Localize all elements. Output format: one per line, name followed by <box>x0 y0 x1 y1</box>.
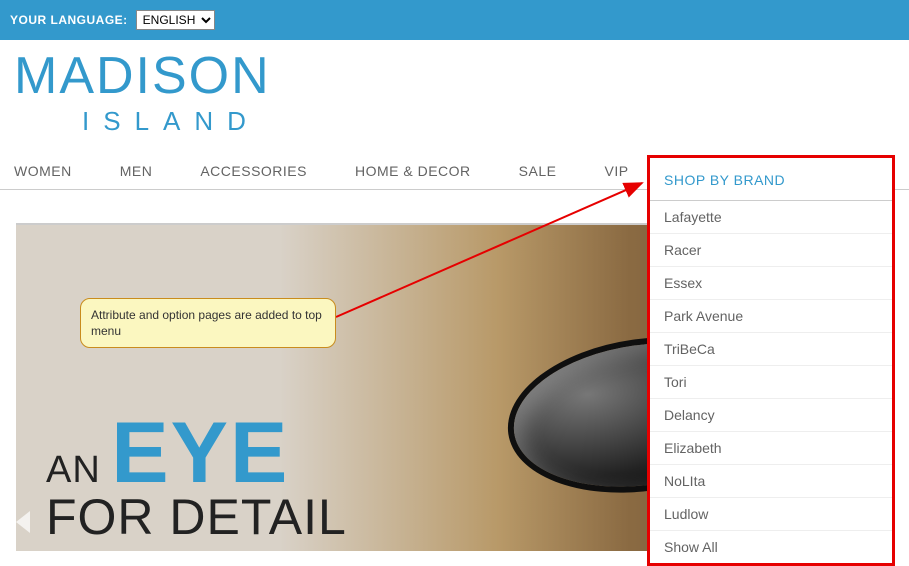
site-header: MADISON ISLAND <box>0 40 909 137</box>
hero-word-eye: EYE <box>111 415 289 492</box>
brand-item[interactable]: Park Avenue <box>650 300 892 333</box>
brand-item[interactable]: Ludlow <box>650 498 892 531</box>
nav-vip[interactable]: VIP <box>604 163 628 179</box>
language-label: YOUR LANGUAGE: <box>10 13 128 27</box>
annotation-callout: Attribute and option pages are added to … <box>80 298 336 348</box>
nav-women[interactable]: WOMEN <box>14 163 72 179</box>
brand-item[interactable]: Racer <box>650 234 892 267</box>
hero-text: AN EYE FOR DETAIL <box>46 415 347 546</box>
nav-sale[interactable]: SALE <box>519 163 557 179</box>
nav-accessories[interactable]: ACCESSORIES <box>200 163 307 179</box>
top-language-bar: YOUR LANGUAGE: ENGLISH <box>0 0 909 40</box>
callout-text: Attribute and option pages are added to … <box>91 308 322 338</box>
brand-item[interactable]: Lafayette <box>650 201 892 234</box>
language-select[interactable]: ENGLISH <box>136 10 215 30</box>
logo-line1[interactable]: MADISON <box>14 50 895 102</box>
brand-item[interactable]: Essex <box>650 267 892 300</box>
hero-line2: FOR DETAIL <box>46 488 347 546</box>
brand-item[interactable]: Elizabeth <box>650 432 892 465</box>
hero-word-an: AN <box>46 449 101 492</box>
nav-men[interactable]: MEN <box>120 163 153 179</box>
dropdown-header[interactable]: SHOP BY BRAND <box>650 158 892 201</box>
brand-item[interactable]: NoLIta <box>650 465 892 498</box>
brand-item[interactable]: Delancy <box>650 399 892 432</box>
brand-list: Lafayette Racer Essex Park Avenue TriBeC… <box>650 201 892 563</box>
logo-line2[interactable]: ISLAND <box>82 106 895 137</box>
shop-by-brand-dropdown: SHOP BY BRAND Lafayette Racer Essex Park… <box>647 155 895 566</box>
brand-item[interactable]: Tori <box>650 366 892 399</box>
brand-item[interactable]: TriBeCa <box>650 333 892 366</box>
brand-item[interactable]: Show All <box>650 531 892 563</box>
nav-home-decor[interactable]: HOME & DECOR <box>355 163 471 179</box>
nav-shop-by-brand[interactable]: SHOP BY BRAND <box>664 172 785 188</box>
carousel-prev-icon[interactable] <box>16 511 30 533</box>
